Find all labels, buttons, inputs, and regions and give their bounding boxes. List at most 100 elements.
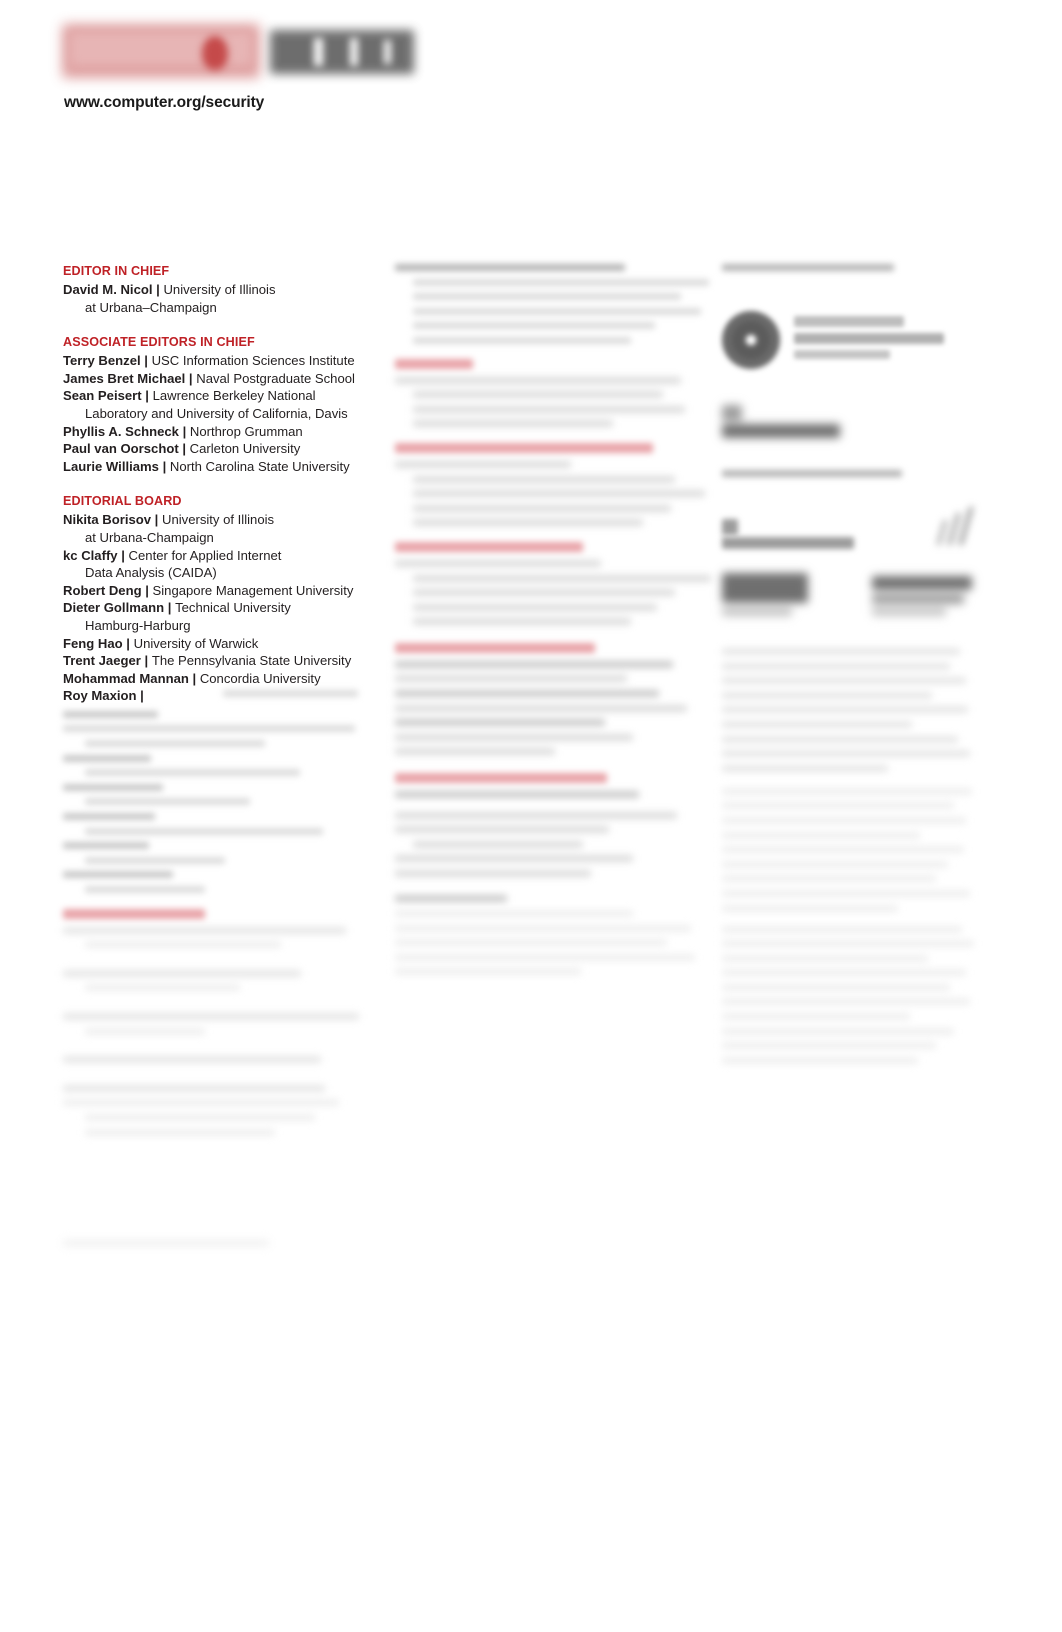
editor-name: Mohammad Mannan: [63, 670, 189, 686]
left-column-redacted-block: [63, 689, 358, 893]
editor-entry: Dieter Gollmann | Technical University Ha…: [63, 599, 358, 634]
society-wordmark-icon: [794, 316, 904, 327]
site-url[interactable]: www.computer.org/security: [64, 94, 264, 112]
editor-affiliation: Concordia University: [199, 670, 321, 686]
editor-affiliation-cont: at Urbana-Champaign: [85, 529, 214, 545]
masthead: www.computer.org/security: [62, 22, 462, 112]
logo-letter-gap-icon: [384, 40, 391, 64]
logo-ampersand-icon: [202, 36, 228, 70]
separator: |: [151, 512, 162, 528]
separator: |: [164, 600, 176, 616]
partner-symbol-icon: [894, 507, 974, 549]
publisher-logo-group-2: [722, 405, 972, 438]
editor-affiliation-cont: Hamburg-Harburg: [85, 617, 191, 633]
separator: |: [140, 653, 152, 669]
editor-name: James Bret Michael: [63, 370, 186, 386]
editor-affiliation: Northrop Grumman: [189, 423, 303, 439]
editor-entry: Feng Hao | University of Warwick: [63, 635, 358, 653]
left-column-redacted-section-heading: [63, 909, 358, 919]
right-column-redacted-paragraph-2: [722, 787, 972, 912]
middle-column-redacted-heading-4: [395, 643, 695, 654]
separator: |: [141, 582, 153, 598]
partner-wordmark-icon: [722, 537, 854, 549]
editor-affiliation-cont: Data Analysis (CAIDA): [85, 565, 217, 581]
middle-column-redacted-block-6: [395, 791, 695, 877]
editor-affiliation: Naval Postgraduate School: [196, 370, 355, 386]
logo-letter-gap-icon: [350, 38, 358, 66]
editor-name: David M. Nicol: [63, 282, 153, 297]
editor-entry: Mohammad Mannan | Concordia University: [63, 670, 358, 688]
editor-name: Robert Deng: [63, 582, 142, 598]
society-wordmark-icon: [794, 333, 944, 344]
separator: |: [117, 547, 129, 563]
partner-mark-icon: [722, 519, 738, 535]
secondary-wordmark-icon: [722, 424, 840, 438]
separator: |: [178, 441, 190, 457]
right-column-redacted-paragraph-3: [722, 925, 974, 1064]
editor-affiliation: Lawrence Berkeley National: [152, 388, 316, 404]
separator: |: [141, 388, 153, 404]
editor-entry: kc Claffy | Center for Applied Internet D…: [63, 547, 358, 582]
right-column-redacted-paragraph-1: [722, 648, 972, 772]
separator: |: [188, 670, 200, 686]
section-heading: EDITORIAL BOARD: [63, 494, 182, 509]
middle-column-redacted-heading-2: [395, 443, 695, 454]
editor-entry: Terry Benzel | USC Information Sciences …: [63, 352, 358, 370]
middle-column: [395, 264, 711, 983]
editor-entry: Phyllis A. Schneck | Northrop Grumman: [63, 423, 358, 441]
editor-name: Paul van Oorschot: [63, 441, 179, 457]
editor-affiliation-cont: Laboratory and University of California,…: [85, 405, 348, 421]
right-column: [722, 264, 974, 1071]
society-wordmark-icon: [794, 350, 890, 359]
middle-column-redacted-heading-3: [395, 542, 695, 553]
editor-affiliation: Singapore Management University: [152, 582, 354, 598]
separator: |: [185, 370, 197, 386]
middle-column-redacted-heading-5: [395, 773, 695, 784]
editor-affiliation: Technical University: [175, 600, 291, 616]
editor-affiliation: USC Information Sciences Institute: [151, 353, 355, 369]
middle-column-redacted-block-1: [395, 264, 709, 344]
editor-name: Phyllis A. Schneck: [63, 423, 179, 439]
editor-entry: Trent Jaeger | The Pennsylvania State Un…: [63, 652, 358, 670]
partner-logo-row-1: [722, 507, 974, 549]
editor-name: Feng Hao: [63, 635, 123, 651]
partner-logo-row-2: [722, 573, 972, 616]
editor-entry: Robert Deng | Singapore Management Unive…: [63, 582, 358, 600]
right-column-redacted-heading-2: [722, 470, 972, 477]
editor-name: Trent Jaeger: [63, 653, 141, 669]
editor-affiliation: University of Illinois: [163, 282, 276, 297]
publisher-logo-group-1: [722, 311, 972, 369]
separator: |: [158, 458, 170, 474]
magazine-logo: [62, 22, 414, 84]
editor-name: Laurie Williams: [63, 458, 159, 474]
logo-dark-wordmark-icon: [270, 30, 414, 74]
left-column-redacted-block-2: [63, 926, 359, 1136]
editor-affiliation: Carleton University: [189, 441, 301, 457]
middle-column-redacted-block-7: [395, 910, 695, 976]
right-column-redacted-heading-1: [722, 264, 972, 271]
editor-entry: James Bret Michael | Naval Postgraduate …: [63, 370, 358, 388]
logo-letter-gap-icon: [314, 38, 323, 66]
editor-affiliation-cont: at Urbana–Champaign: [85, 299, 217, 315]
editor-affiliation: University of Warwick: [133, 635, 259, 651]
editor-entry: Nikita Borisov | University of Illinois a…: [63, 511, 358, 546]
middle-column-redacted-block-5: [395, 660, 695, 756]
separator: |: [122, 635, 134, 651]
section-associate-editors-in-chief: ASSOCIATE EDITORS IN CHIEF Terry Benzel …: [63, 335, 358, 475]
editor-entry: Laurie Williams | North Carolina State U…: [63, 458, 358, 476]
middle-column-redacted-block-3: [395, 460, 705, 527]
footer-redacted-line: [63, 1240, 273, 1254]
editor-affiliation: The Pennsylvania State University: [151, 653, 352, 669]
middle-column-redacted-heading-1: [395, 358, 695, 369]
editor-name: Terry Benzel: [63, 353, 141, 369]
editor-entry: Paul van Oorschot | Carleton University: [63, 440, 358, 458]
editor-name: Sean Peisert: [63, 388, 142, 404]
editor-name: Dieter Gollmann: [63, 600, 165, 616]
section-editor-in-chief: EDITOR IN CHIEF David M. Nicol | Univers…: [63, 264, 358, 316]
middle-column-redacted-block-2: [395, 376, 695, 428]
editor-affiliation: North Carolina State University: [169, 458, 350, 474]
section-editorial-board: EDITORIAL BOARD Nikita Borisov | Univers…: [63, 494, 358, 705]
section-heading: EDITOR IN CHIEF: [63, 264, 170, 278]
editor-name: Nikita Borisov: [63, 512, 152, 528]
editor-name: kc Claffy: [63, 547, 118, 563]
